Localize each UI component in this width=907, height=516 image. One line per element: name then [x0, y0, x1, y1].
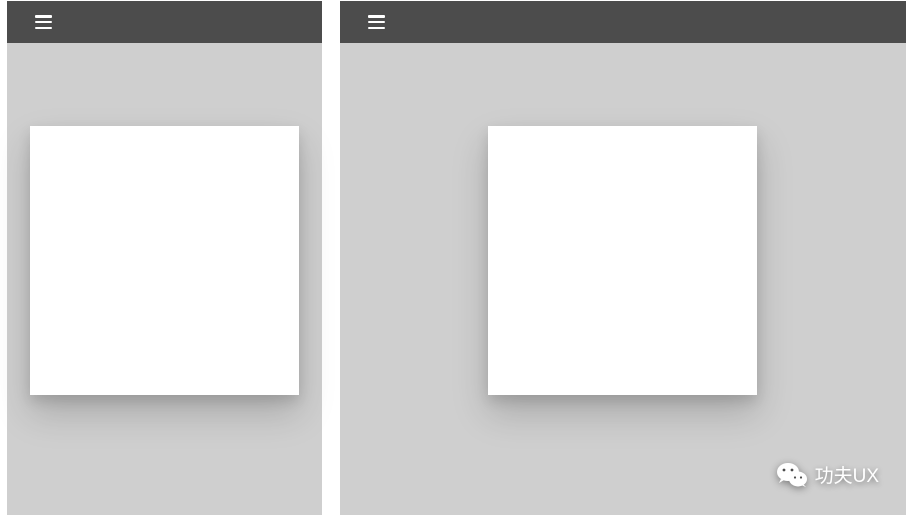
topbar: [340, 1, 906, 43]
watermark: 功夫UX: [777, 461, 879, 488]
hamburger-icon[interactable]: [368, 15, 385, 29]
content-card: [30, 126, 299, 395]
wechat-icon: [777, 462, 807, 488]
responsive-demo-frames: [0, 0, 907, 515]
topbar: [7, 1, 322, 43]
watermark-label: 功夫UX: [815, 461, 879, 488]
frame-narrow: [7, 1, 322, 515]
content-card: [488, 126, 757, 395]
hamburger-icon[interactable]: [35, 15, 52, 29]
frame-wide: [340, 1, 906, 515]
